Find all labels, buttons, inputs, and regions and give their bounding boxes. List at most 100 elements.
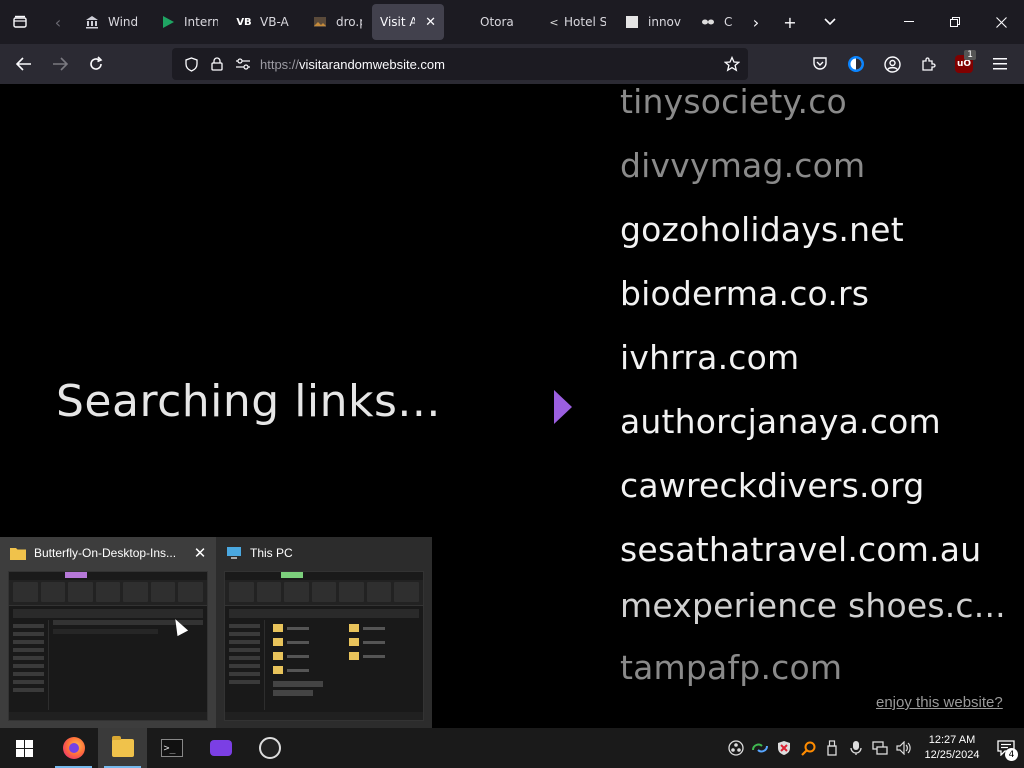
clock-date: 12/25/2024 — [924, 749, 980, 761]
museum-icon — [84, 14, 100, 30]
domain-item: cawreckdivers.org — [620, 466, 925, 505]
tab-title: Visit A — [380, 15, 416, 29]
searching-status-text: Searching links... — [56, 376, 441, 427]
tabs: Wind Intern VB VB-A dro.p Visit A ✕ Otor… — [76, 0, 742, 44]
tab-innov[interactable]: innov — [616, 4, 690, 40]
tab-title: Otora — [480, 15, 514, 29]
domain-item: tinysociety.co — [620, 84, 847, 121]
extensions-puzzle-icon[interactable] — [910, 44, 946, 84]
flag-icon — [160, 14, 176, 30]
vb-icon: VB — [236, 16, 252, 28]
domain-item: authorcjanaya.com — [620, 402, 941, 441]
taskbar-firefox[interactable] — [49, 728, 98, 768]
play-arrow-icon — [554, 390, 572, 424]
thumbnail-header: This PC — [216, 537, 432, 569]
domain-item: divvymag.com — [620, 146, 866, 185]
taskbar-obs[interactable] — [245, 728, 294, 768]
network-tray-icon[interactable] — [868, 728, 892, 768]
action-center-button[interactable]: 4 — [988, 728, 1024, 768]
close-tab-icon[interactable]: ✕ — [425, 15, 436, 30]
tab-wind[interactable]: Wind — [76, 4, 150, 40]
explorer-window-preview — [8, 571, 208, 721]
tab-title: Intern — [184, 15, 218, 29]
minimize-button[interactable] — [886, 0, 932, 44]
tab-vb[interactable]: VB VB-A — [228, 4, 302, 40]
account-icon[interactable] — [874, 44, 910, 84]
scroll-tabs-left-icon[interactable]: ‹ — [40, 0, 76, 44]
search-tray-icon[interactable] — [796, 728, 820, 768]
sync-tray-icon[interactable] — [748, 728, 772, 768]
explorer-window-preview — [224, 571, 424, 721]
bookmark-star-icon[interactable] — [716, 48, 748, 80]
hamburger-menu-icon[interactable] — [982, 44, 1018, 84]
toolbar-extensions: uO 1 — [802, 44, 1024, 84]
domain-item: bioderma.co.rs — [620, 274, 870, 313]
new-tab-icon[interactable]: + — [770, 0, 810, 44]
usb-tray-icon[interactable] — [820, 728, 844, 768]
system-clock[interactable]: 12:27 AM 12/25/2024 — [916, 728, 988, 768]
file-explorer-icon — [111, 736, 134, 757]
thumbnail-header: Butterfly-On-Desktop-Ins... ✕ — [0, 537, 216, 569]
system-tray: 12:27 AM 12/25/2024 4 — [724, 728, 1024, 768]
tab-title: Hotel S — [564, 15, 606, 29]
ublock-origin-icon[interactable]: uO 1 — [946, 44, 982, 84]
tab-visit-a[interactable]: Visit A ✕ — [372, 4, 444, 40]
pocket-icon[interactable] — [802, 44, 838, 84]
shield-tray-icon[interactable] — [772, 728, 796, 768]
domain-item: sesathatravel.com.au — [620, 530, 982, 569]
shield-icon[interactable] — [178, 48, 204, 80]
address-bar[interactable]: https://visitarandomwebsite.com — [172, 48, 748, 80]
navigation-toolbar: https://visitarandomwebsite.com uO 1 — [0, 44, 1024, 84]
enjoy-website-link[interactable]: enjoy this website? — [876, 694, 1003, 711]
taskbar-terminal[interactable]: >_ — [147, 728, 196, 768]
taskbar-vpn[interactable] — [196, 728, 245, 768]
mask-icon — [700, 14, 716, 30]
page-icon — [624, 14, 640, 30]
thumbnail-title: This PC — [250, 546, 293, 560]
domain-item: mexperience shoes.c... — [620, 586, 1006, 625]
back-button[interactable] — [6, 44, 42, 84]
list-all-tabs-icon[interactable] — [0, 0, 40, 44]
share-icon: < — [549, 15, 559, 29]
scroll-tabs-right-icon[interactable]: › — [742, 0, 770, 44]
url-text[interactable]: https://visitarandomwebsite.com — [260, 57, 716, 72]
forward-button[interactable] — [42, 44, 78, 84]
obs-tray-icon[interactable] — [724, 728, 748, 768]
domain-item: tampafp.com — [620, 648, 843, 687]
tab-title: innov — [648, 15, 681, 29]
tab-hotel[interactable]: < Hotel S — [538, 4, 614, 40]
clock-time: 12:27 AM — [928, 734, 976, 746]
vpn-extension-icon[interactable] — [838, 44, 874, 84]
domain-item: ivhrra.com — [620, 338, 800, 377]
tab-intern[interactable]: Intern — [152, 4, 226, 40]
tab-title: dro.p — [336, 15, 362, 29]
restore-button[interactable] — [932, 0, 978, 44]
start-button[interactable] — [0, 728, 49, 768]
obs-icon — [258, 737, 281, 759]
terminal-icon: >_ — [160, 739, 183, 757]
thumbnail-this-pc[interactable]: This PC — [216, 537, 432, 728]
volume-tray-icon[interactable] — [892, 728, 916, 768]
notification-count-badge: 4 — [1005, 748, 1018, 761]
firefox-icon — [62, 737, 85, 759]
tab-otora[interactable]: Otora — [446, 4, 536, 40]
tab-bar: ‹ Wind Intern VB VB-A dro.p Visit A ✕ — [0, 0, 1024, 44]
taskbar-thumbnail-preview: Butterfly-On-Desktop-Ins... ✕ This PC — [0, 537, 432, 728]
permissions-icon[interactable] — [230, 48, 256, 80]
thumbnail-title: Butterfly-On-Desktop-Ins... — [34, 546, 177, 560]
close-window-button[interactable] — [978, 0, 1024, 44]
close-thumbnail-icon[interactable]: ✕ — [190, 543, 210, 563]
microphone-tray-icon[interactable] — [844, 728, 868, 768]
lock-icon[interactable] — [204, 48, 230, 80]
taskbar-file-explorer[interactable] — [98, 728, 147, 768]
reload-button[interactable] — [78, 44, 114, 84]
url-host: visitarandomwebsite.com — [299, 56, 445, 72]
tab-ch[interactable]: Ch — [692, 4, 740, 40]
vpn-app-icon — [209, 740, 232, 756]
blocked-count-badge: 1 — [964, 50, 976, 60]
chevron-down-icon[interactable] — [810, 0, 850, 44]
url-scheme: https:// — [260, 56, 300, 72]
tab-dro[interactable]: dro.p — [304, 4, 370, 40]
image-icon — [312, 14, 328, 30]
computer-icon — [227, 547, 241, 559]
